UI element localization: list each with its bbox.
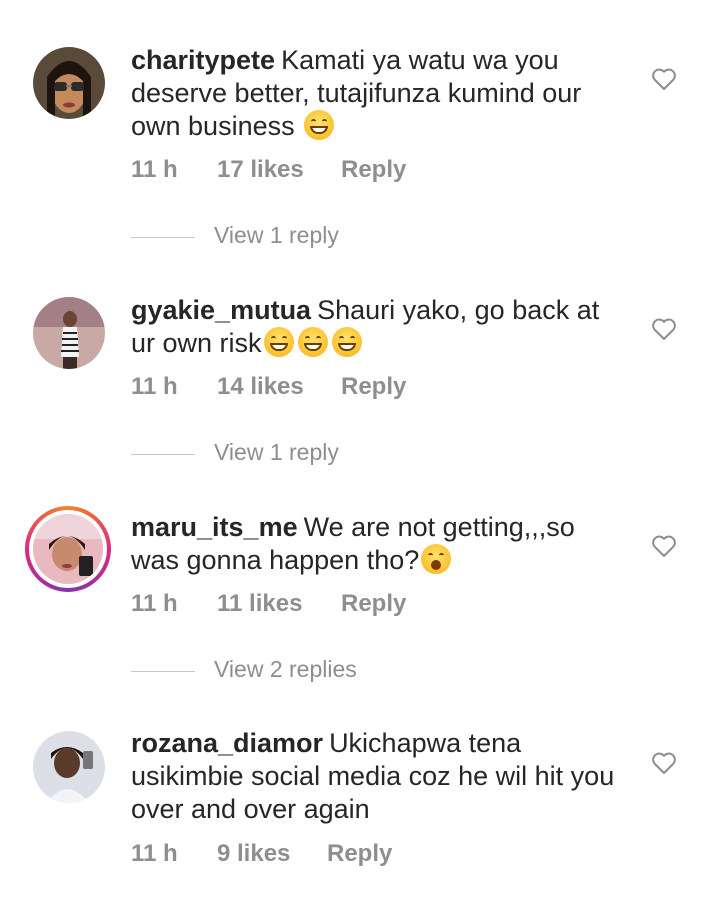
view-replies-button[interactable]: View 2 replies — [131, 656, 431, 686]
comment-item: charitypete Kamati ya watu wa you deserve… — [0, 0, 720, 270]
reply-button[interactable]: Reply — [327, 840, 392, 868]
view-replies-label: View 2 replies — [214, 656, 357, 682]
avatar-image — [33, 47, 105, 119]
avatar — [29, 510, 107, 588]
view-replies-button[interactable]: View 1 reply — [131, 222, 431, 252]
comment-time: 11 h — [131, 156, 178, 183]
comment-likes[interactable]: 14 likes — [217, 373, 304, 401]
grinning-squint-emoji — [304, 110, 335, 140]
comment-likes[interactable]: 17 likes — [217, 156, 304, 184]
comment-username[interactable]: charitypete — [131, 45, 275, 75]
view-replies-label: View 1 reply — [214, 222, 339, 248]
comment-likes[interactable]: 9 likes — [217, 840, 290, 868]
avatar[interactable] — [33, 47, 105, 119]
comment-time: 11 h — [131, 373, 178, 400]
avatar-image — [33, 514, 103, 584]
comment-time: 11 h — [131, 840, 178, 867]
heart-outline-icon[interactable] — [651, 317, 677, 341]
grinning-squint-emoji — [331, 327, 362, 357]
divider — [131, 454, 195, 455]
comment-username[interactable]: maru_its_me — [131, 512, 298, 542]
view-replies-label: View 1 reply — [214, 439, 339, 465]
comment-likes[interactable]: 11 likes — [217, 590, 302, 618]
heart-outline-icon[interactable] — [651, 67, 677, 91]
reply-button[interactable]: Reply — [341, 590, 406, 618]
divider — [131, 671, 195, 672]
comment-text: gyakie_mutua Shauri yako, go back at ur o… — [131, 294, 621, 360]
avatar-image — [33, 297, 105, 369]
grinning-squint-emoji — [263, 327, 294, 357]
grinning-squint-emoji — [297, 327, 328, 357]
reply-button[interactable]: Reply — [341, 373, 406, 401]
view-replies-button[interactable]: View 1 reply — [131, 439, 431, 469]
comment-username[interactable]: gyakie_mutua — [131, 295, 311, 325]
reply-button[interactable]: Reply — [341, 156, 406, 184]
avatar-story-ring[interactable] — [25, 506, 111, 592]
comment-text: charitypete Kamati ya watu wa you deserve… — [131, 44, 621, 143]
heart-outline-icon[interactable] — [651, 751, 677, 775]
comment-username[interactable]: rozana_diamor — [131, 728, 323, 758]
comment-time: 11 h — [131, 590, 178, 617]
avatar[interactable] — [33, 731, 105, 803]
heart-outline-icon[interactable] — [651, 534, 677, 558]
comment-text: rozana_diamor Ukichapwa tena usikimbie so… — [131, 727, 621, 826]
sleepy-emoji — [421, 544, 452, 574]
avatar-image — [33, 731, 105, 803]
divider — [131, 237, 195, 238]
avatar[interactable] — [33, 297, 105, 369]
comment-text: maru_its_me We are not getting,,,so was g… — [131, 511, 621, 577]
